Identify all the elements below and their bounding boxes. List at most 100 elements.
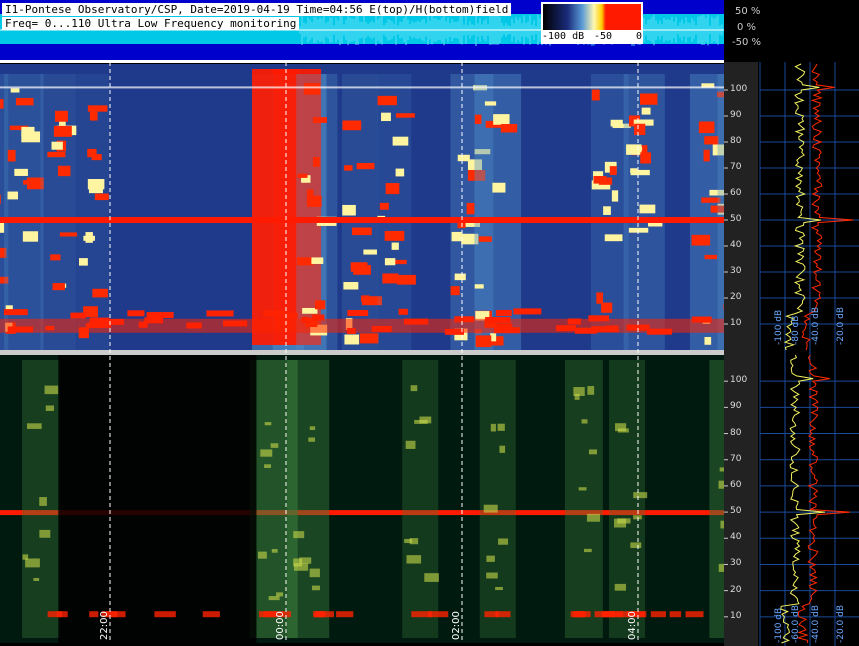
top-low-blob bbox=[646, 328, 673, 335]
top-activity-blob bbox=[311, 257, 324, 264]
freq-tick-label: 70 bbox=[730, 453, 742, 464]
top-activity-blob bbox=[640, 152, 652, 164]
top-activity-blob bbox=[361, 295, 370, 303]
bottom-activity-blob bbox=[424, 573, 439, 582]
top-low-blob bbox=[346, 328, 356, 335]
bottom-activity-blob bbox=[276, 592, 284, 597]
top-activity-blob bbox=[87, 105, 108, 112]
freq-tick-label: 80 bbox=[730, 136, 742, 146]
top-low-blob bbox=[127, 310, 145, 317]
bottom-activity-blob bbox=[309, 568, 320, 578]
top-activity-blob bbox=[474, 114, 482, 125]
bottom-low-blob bbox=[669, 611, 682, 618]
bottom-low-blob bbox=[484, 611, 499, 618]
top-low-blob bbox=[311, 314, 325, 321]
bottom-activity-blob bbox=[633, 515, 642, 520]
top-low-blob bbox=[398, 308, 408, 315]
amp-tick-top-4: -20.0 dB bbox=[836, 306, 846, 345]
top-activity-blob bbox=[703, 149, 710, 162]
top-activity-blob bbox=[392, 136, 409, 146]
freq-tick-label: 90 bbox=[730, 401, 742, 412]
title-line-1: I1-Pontese Observatory/CSP, Date=2019-04… bbox=[2, 3, 512, 16]
colorbar-label-max: 0 bbox=[636, 31, 643, 42]
top-activity-blob bbox=[601, 302, 613, 313]
bottom-activity-blob bbox=[271, 549, 278, 553]
title-line-2: Freq= 0...110 Ultra Low Frequency monito… bbox=[2, 17, 300, 30]
top-low-blob bbox=[7, 326, 34, 333]
top-activity-blob bbox=[51, 141, 63, 150]
bottom-activity-blob bbox=[578, 487, 587, 491]
top-activity-blob bbox=[704, 136, 719, 145]
top-activity-blob bbox=[52, 283, 65, 291]
bottom-low-blob bbox=[154, 611, 176, 618]
top-activity-blob bbox=[344, 165, 353, 171]
top-low-blob bbox=[454, 316, 475, 323]
top-activity-blob bbox=[356, 162, 375, 170]
top-activity-blob bbox=[493, 114, 510, 125]
bottom-activity-blob bbox=[499, 445, 506, 453]
bottom-activity-blob bbox=[311, 585, 320, 591]
top-activity-blob bbox=[351, 227, 372, 236]
bottom-low-blob bbox=[685, 611, 704, 618]
top-low-blob bbox=[567, 318, 582, 325]
amp-tick-top-3: -40.0 dB bbox=[811, 306, 821, 345]
top-low-blob bbox=[146, 312, 174, 319]
bottom-activity-blob bbox=[27, 423, 42, 429]
bottom-activity-blob bbox=[588, 449, 597, 455]
top-activity-blob bbox=[85, 232, 93, 243]
top-activity-blob bbox=[391, 242, 399, 250]
percent-tick-minus50: -50 % bbox=[732, 37, 762, 48]
time-tick-0000: 00:00 bbox=[275, 611, 286, 640]
top-low-blob bbox=[3, 309, 28, 316]
top-activity-blob bbox=[47, 151, 66, 158]
top-activity-blob bbox=[603, 206, 611, 215]
top-low-blob bbox=[605, 325, 618, 332]
top-activity-blob bbox=[630, 169, 650, 176]
top-activity-blob bbox=[384, 230, 405, 241]
amp-tick-bottom-2: -60.0 dB bbox=[791, 604, 801, 643]
bottom-low-blob bbox=[336, 611, 354, 618]
bottom-activity-blob bbox=[45, 405, 55, 411]
bottom-activity-blob bbox=[497, 423, 505, 431]
top-activity-blob bbox=[384, 258, 396, 266]
top-activity-blob bbox=[704, 336, 712, 345]
bottom-activity-blob bbox=[33, 577, 40, 582]
top-activity-blob bbox=[296, 257, 314, 266]
top-activity-blob bbox=[474, 284, 484, 289]
bottom-activity-blob bbox=[299, 557, 312, 564]
freq-tick-label: 20 bbox=[730, 584, 742, 595]
top-activity-blob bbox=[611, 190, 619, 202]
top-activity-blob bbox=[359, 333, 379, 344]
bottom-activity-blob bbox=[498, 538, 509, 545]
bottom-activity-blob bbox=[309, 426, 316, 430]
freq-tick-label: 10 bbox=[730, 610, 742, 621]
colorbar-label-mid: -50 bbox=[594, 31, 613, 42]
top-low-blob bbox=[371, 325, 392, 332]
top-low-blob bbox=[301, 316, 310, 323]
top-activity-blob bbox=[385, 183, 400, 195]
top-activity-blob bbox=[640, 93, 658, 105]
spectrogram-view: I1-Pontese Observatory/CSP, Date=2019-04… bbox=[0, 0, 859, 646]
top-activity-blob bbox=[7, 191, 19, 200]
top-activity-blob bbox=[492, 182, 506, 193]
freq-tick-label: 30 bbox=[730, 266, 742, 276]
top-activity-blob bbox=[79, 258, 88, 266]
top-activity-blob bbox=[57, 165, 71, 177]
bottom-activity-blob bbox=[615, 423, 627, 432]
top-activity-blob bbox=[450, 286, 460, 296]
top-activity-blob bbox=[342, 204, 356, 216]
colorbar-label-min: -100 dB bbox=[542, 31, 585, 42]
top-activity-blob bbox=[475, 335, 492, 348]
top-activity-blob bbox=[454, 273, 466, 281]
bottom-activity-blob bbox=[406, 555, 422, 564]
top-low-blob bbox=[206, 310, 234, 317]
freq-tick-label: 20 bbox=[730, 292, 742, 302]
top-activity-blob bbox=[53, 125, 72, 137]
top-activity-blob bbox=[14, 168, 28, 176]
top-activity-blob bbox=[396, 274, 416, 285]
top-low-blob bbox=[70, 312, 87, 319]
bottom-activity-blob bbox=[404, 538, 413, 544]
bottom-activity-blob bbox=[264, 422, 272, 426]
top-low-blob bbox=[223, 320, 248, 327]
top-activity-blob bbox=[466, 202, 475, 215]
